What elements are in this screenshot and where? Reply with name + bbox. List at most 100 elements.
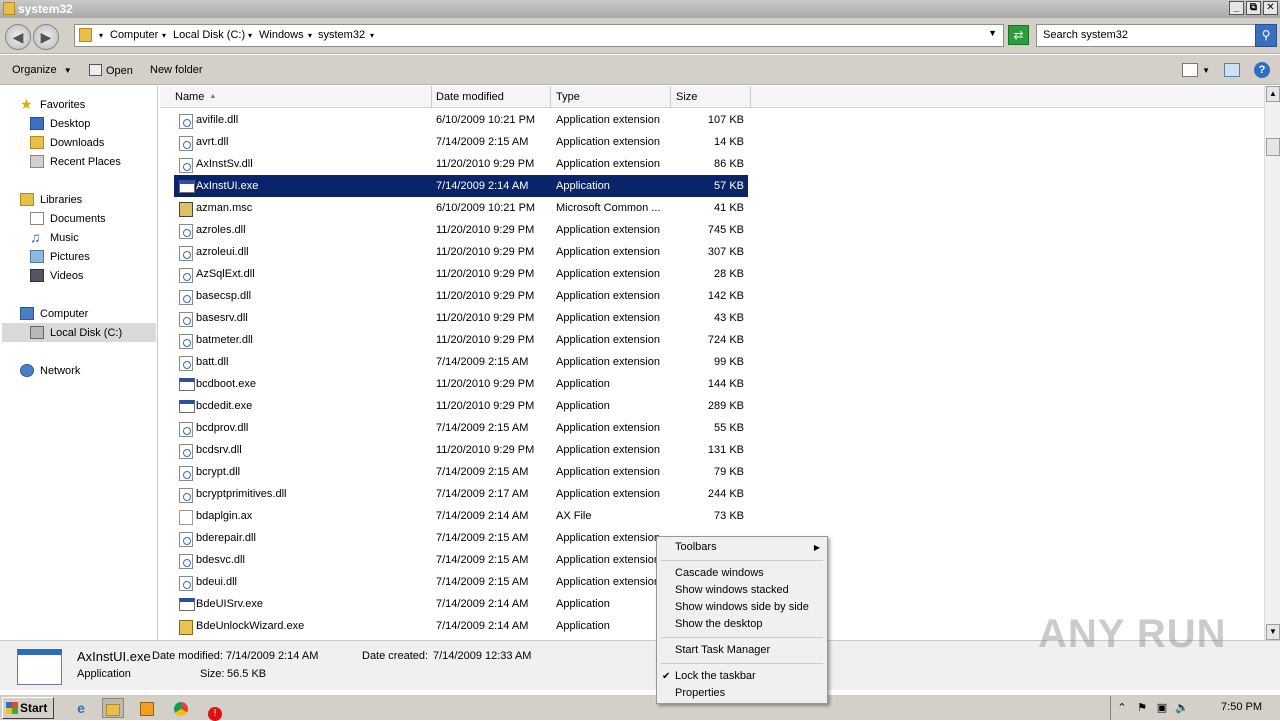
column-header-date[interactable]: Date modified [431, 86, 551, 108]
menu-item-start-task-manager[interactable]: Start Task Manager [658, 642, 826, 659]
security-app-icon[interactable]: ! [204, 698, 226, 721]
chevron-icon[interactable]: ▾ [99, 31, 103, 40]
menu-item-show-windows-stacked[interactable]: Show windows stacked [658, 582, 826, 599]
file-date-modified: 11/20/2010 9:29 PM [436, 400, 535, 412]
restore-button[interactable]: ⧉ [1246, 1, 1261, 15]
file-size: 86 KB [714, 158, 744, 170]
forward-button[interactable]: ▶ [33, 24, 59, 50]
menu-item-cascade-windows[interactable]: Cascade windows [658, 565, 826, 582]
dll-file-icon [179, 268, 193, 283]
scroll-up-button[interactable]: ▲ [1266, 86, 1280, 102]
file-row[interactable]: avifile.dll 6/10/2009 10:21 PM Application… [174, 109, 748, 131]
column-header-type[interactable]: Type [551, 86, 671, 108]
nav-computer[interactable]: Computer [20, 304, 88, 323]
start-button[interactable]: Start [2, 697, 54, 719]
file-size: 745 KB [707, 224, 744, 236]
search-input[interactable]: Search system32 [1036, 24, 1256, 47]
nav-desktop[interactable]: Desktop [30, 114, 90, 133]
media-player-icon[interactable] [136, 698, 158, 718]
breadcrumb-local-disk[interactable]: Local Disk (C:) [173, 29, 245, 41]
breadcrumb-windows[interactable]: Windows [259, 29, 304, 41]
file-row[interactable]: bdaplgin.ax 7/14/2009 2:14 AM AX File 73 KB [174, 505, 748, 527]
nav-downloads[interactable]: Downloads [30, 133, 104, 152]
chevron-icon[interactable]: ▾ [370, 31, 374, 40]
dll-file-icon [179, 290, 193, 305]
nav-pictures[interactable]: Pictures [30, 247, 90, 266]
chrome-icon[interactable] [170, 698, 192, 718]
file-row[interactable]: bcdboot.exe 11/20/2010 9:29 PM Application… [174, 373, 748, 395]
file-row[interactable]: AxInstUI.exe 7/14/2009 2:14 AM Application… [174, 175, 748, 197]
nav-favorites[interactable]: ★ Favorites [20, 95, 85, 114]
nav-music[interactable]: ♫ Music [30, 228, 79, 247]
chevron-down-icon[interactable]: ▼ [1202, 66, 1210, 75]
nav-local-disk[interactable]: Local Disk (C:) [30, 323, 122, 342]
file-row[interactable]: batmeter.dll 11/20/2010 9:29 PM Applicatio… [174, 329, 748, 351]
search-icon[interactable]: ⚲ [1255, 24, 1277, 47]
details-date-modified-label: Date modified: [152, 650, 223, 662]
close-button[interactable]: ✕ [1263, 1, 1278, 15]
file-row[interactable]: bcdprov.dll 7/14/2009 2:15 AM Application … [174, 417, 748, 439]
action-center-flag-icon[interactable]: ⚑ [1135, 701, 1149, 715]
menu-item-toolbars[interactable]: Toolbars ▶ [658, 539, 826, 556]
address-bar[interactable]: ▾ Computer ▾ Local Disk (C:) ▾ Windows ▾… [74, 24, 1004, 47]
wizard-icon [179, 620, 193, 635]
volume-icon[interactable]: 🔈 [1175, 701, 1189, 715]
chevron-icon[interactable]: ▾ [308, 31, 312, 40]
watermark-logo: ANY RUN [1038, 612, 1227, 656]
file-row[interactable]: azroleui.dll 11/20/2010 9:29 PM Applicatio… [174, 241, 748, 263]
file-row[interactable]: bcrypt.dll 7/14/2009 2:15 AM Application e… [174, 461, 748, 483]
breadcrumb-system32[interactable]: system32 [318, 29, 365, 41]
minimize-button[interactable]: _ [1229, 1, 1244, 15]
preview-pane-icon[interactable] [1224, 63, 1240, 77]
explorer-taskbar-button[interactable] [102, 698, 124, 718]
file-row[interactable]: basecsp.dll 11/20/2010 9:29 PM Application… [174, 285, 748, 307]
vertical-scrollbar[interactable]: ▲ ▼ [1264, 86, 1280, 640]
menu-item-lock-taskbar[interactable]: ✔ Lock the taskbar [658, 668, 826, 685]
nav-libraries[interactable]: Libraries [20, 190, 82, 209]
refresh-button[interactable]: ⇄ [1008, 25, 1029, 45]
help-icon[interactable]: ? [1254, 62, 1270, 78]
open-icon [89, 64, 102, 76]
nav-documents[interactable]: Documents [30, 209, 106, 228]
file-row[interactable]: AzSqlExt.dll 11/20/2010 9:29 PM Applicatio… [174, 263, 748, 285]
drive-icon [30, 326, 44, 339]
chevron-icon[interactable]: ▾ [248, 31, 252, 40]
menu-item-show-desktop[interactable]: Show the desktop [658, 616, 826, 633]
menu-item-properties[interactable]: Properties [658, 685, 826, 702]
view-options-icon[interactable] [1182, 63, 1199, 77]
network-tray-icon[interactable]: ▣ [1155, 701, 1169, 715]
breadcrumb-computer[interactable]: Computer [110, 29, 158, 41]
file-row[interactable]: bcdsrv.dll 11/20/2010 9:29 PM Application … [174, 439, 748, 461]
file-size: 142 KB [707, 290, 744, 302]
desktop-icon [30, 117, 44, 130]
show-hidden-icons-icon[interactable]: ⌃ [1115, 701, 1129, 715]
file-row[interactable]: batt.dll 7/14/2009 2:15 AM Application ext… [174, 351, 748, 373]
nav-videos[interactable]: Videos [30, 266, 83, 285]
file-row[interactable]: bcryptprimitives.dll 7/14/2009 2:17 AM App… [174, 483, 748, 505]
clock[interactable]: 7:50 PM [1221, 701, 1262, 713]
address-dropdown-icon[interactable]: ▼ [988, 28, 997, 38]
nav-recent-places[interactable]: Recent Places [30, 152, 121, 171]
file-row[interactable]: AxInstSv.dll 11/20/2010 9:29 PM Applicatio… [174, 153, 748, 175]
file-row[interactable]: basesrv.dll 11/20/2010 9:29 PM Application… [174, 307, 748, 329]
chevron-icon[interactable]: ▾ [162, 31, 166, 40]
file-name: BdeUnlockWizard.exe [196, 620, 305, 632]
nav-network[interactable]: Network [20, 361, 80, 380]
new-folder-button[interactable]: New folder [150, 64, 203, 76]
back-button[interactable]: ◀ [5, 24, 31, 50]
file-row[interactable]: azman.msc 6/10/2009 10:21 PM Microsoft Com… [174, 197, 748, 219]
column-header-size[interactable]: Size [671, 86, 751, 108]
column-header-name[interactable]: Name ▲ [170, 86, 432, 108]
file-name: bcdboot.exe [196, 378, 256, 390]
organize-button[interactable]: Organize ▼ [12, 64, 72, 76]
file-row[interactable]: azroles.dll 11/20/2010 9:29 PM Application… [174, 219, 748, 241]
scroll-down-button[interactable]: ▼ [1266, 624, 1280, 640]
scroll-thumb[interactable] [1266, 138, 1280, 156]
internet-explorer-icon[interactable]: e [70, 698, 92, 718]
file-row[interactable]: avrt.dll 7/14/2009 2:15 AM Application ext… [174, 131, 748, 153]
file-name: bcdsrv.dll [196, 444, 242, 456]
file-name: bcrypt.dll [196, 466, 241, 478]
open-button[interactable]: Open [89, 64, 133, 77]
menu-item-show-windows-side-by-side[interactable]: Show windows side by side [658, 599, 826, 616]
file-row[interactable]: bcdedit.exe 11/20/2010 9:29 PM Application… [174, 395, 748, 417]
